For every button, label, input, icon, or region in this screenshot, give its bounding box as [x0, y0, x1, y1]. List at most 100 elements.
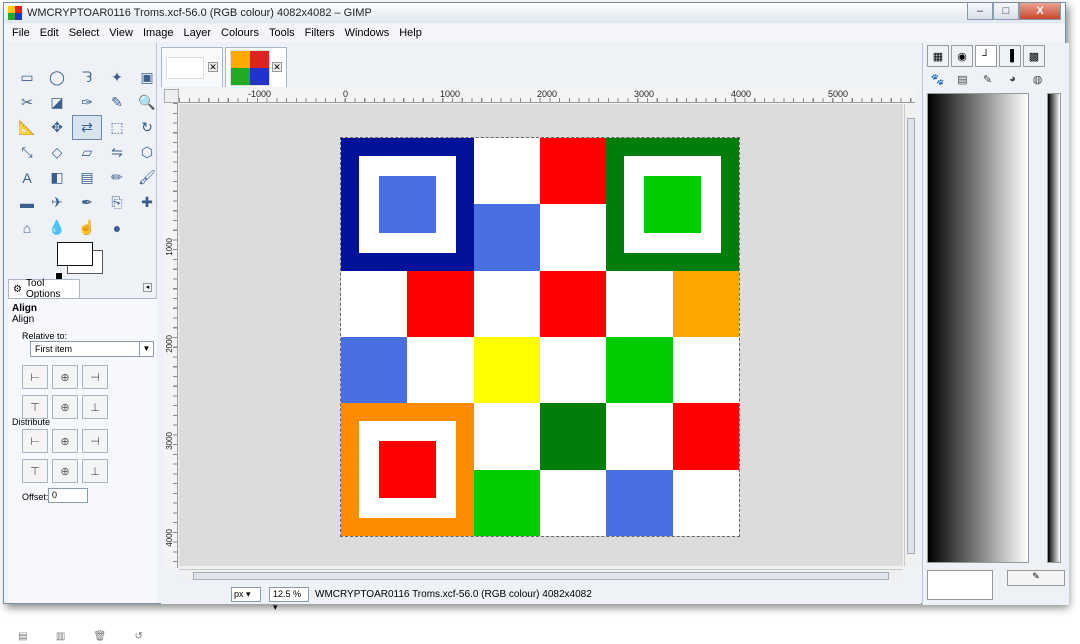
scissors-select-icon[interactable]: ✂ — [12, 90, 42, 115]
close-tab-icon[interactable]: ✕ — [272, 62, 282, 72]
color-select-icon[interactable]: ▣ — [132, 65, 162, 90]
zoom-select[interactable]: 12.5 % ▾ — [269, 586, 309, 612]
align-center-button[interactable]: ⊕ — [52, 365, 78, 389]
menu-file[interactable]: File — [12, 27, 30, 39]
dock-preview-box[interactable] — [927, 570, 993, 600]
reset-options-icon[interactable]: ↺ — [134, 631, 142, 642]
menu-colours[interactable]: Colours — [221, 27, 259, 39]
color-picker-icon[interactable]: ✎ — [102, 90, 132, 115]
text-icon[interactable]: A — [12, 165, 42, 190]
align-left-edge-button[interactable]: ⊢ — [22, 365, 48, 389]
distribute-middle-button[interactable]: ⊕ — [52, 459, 78, 483]
distribute-center-button[interactable]: ⊕ — [52, 429, 78, 453]
distribute-left-button[interactable]: ⊢ — [22, 429, 48, 453]
scroll-thumb[interactable] — [193, 572, 889, 580]
menu-help[interactable]: Help — [399, 27, 422, 39]
minimize-button[interactable]: – — [967, 3, 993, 20]
menu-edit[interactable]: Edit — [40, 27, 59, 39]
smudge-icon[interactable]: ☝ — [72, 215, 102, 240]
layers-tab-icon[interactable]: 🐾 — [925, 69, 950, 89]
shear-icon[interactable]: ◇ — [42, 140, 72, 165]
blur-icon[interactable]: 💧 — [42, 215, 72, 240]
fonts-tab-icon[interactable]: ┘ — [975, 45, 997, 67]
tab-tool-options[interactable]: ⚙ Tool Options — [8, 278, 80, 300]
image-tab-blank[interactable]: ✕ — [161, 47, 223, 87]
perspective-icon[interactable]: ▱ — [72, 140, 102, 165]
menu-filters[interactable]: Filters — [305, 27, 335, 39]
rotate-icon[interactable]: ↻ — [132, 115, 162, 140]
perspective-clone-icon[interactable]: ⌂ — [12, 215, 42, 240]
patterns-tab-icon[interactable]: ▦ — [927, 45, 949, 67]
histogram-tab-icon[interactable]: ◍ — [1025, 69, 1050, 89]
align-middle-button[interactable]: ⊕ — [52, 395, 78, 419]
menu-select[interactable]: Select — [69, 27, 100, 39]
align-right-edge-button[interactable]: ⊣ — [82, 365, 108, 389]
align-bottom-edge-button[interactable]: ⊥ — [82, 395, 108, 419]
align-top-edge-button[interactable]: ⊤ — [22, 395, 48, 419]
image-tab-troms[interactable]: ✕ — [225, 47, 287, 87]
measure-icon[interactable]: 📐 — [12, 115, 42, 140]
distribute-right-button[interactable]: ⊣ — [82, 429, 108, 453]
flip-icon[interactable]: ⇋ — [102, 140, 132, 165]
delete-options-icon[interactable]: 🗑 — [94, 631, 107, 642]
tool-options-tab-label: Tool Options — [25, 278, 61, 300]
eraser-icon[interactable]: ▬ — [12, 190, 42, 215]
gradients-tab-icon[interactable]: ▐ — [999, 45, 1021, 67]
chevron-down-icon[interactable]: ▼ — [139, 342, 153, 356]
foreground-select-icon[interactable]: ◪ — [42, 90, 72, 115]
zoom-icon[interactable]: 🔍 — [132, 90, 162, 115]
distribute-top-button[interactable]: ⊤ — [22, 459, 48, 483]
close-tab-icon[interactable]: ✕ — [208, 62, 218, 72]
ink-icon[interactable]: ✒ — [72, 190, 102, 215]
quick-mask-corner[interactable] — [164, 89, 179, 103]
scroll-thumb[interactable] — [907, 118, 915, 554]
ellipse-select-icon[interactable]: ◯ — [42, 65, 72, 90]
fg-bg-color-swatches[interactable] — [55, 242, 105, 280]
paintbrush-icon[interactable]: 🖌 — [132, 165, 162, 190]
vertical-scrollbar[interactable] — [904, 104, 916, 566]
brushes-tab-icon[interactable]: ◉ — [951, 45, 973, 67]
restore-options-icon[interactable]: ▥ — [56, 631, 65, 642]
transform-icon[interactable]: ⬚ — [102, 115, 132, 140]
palettes-tab-icon[interactable]: ▩ — [1023, 45, 1045, 67]
gradient-preview-secondary[interactable] — [1047, 93, 1061, 563]
colormap-tab-icon[interactable]: ◕ — [1000, 69, 1025, 89]
dodge-burn-icon[interactable]: ● — [102, 215, 132, 240]
bucket-fill-icon[interactable]: ◧ — [42, 165, 72, 190]
channels-tab-icon[interactable]: ▤ — [950, 69, 975, 89]
distribute-bottom-button[interactable]: ⊥ — [82, 459, 108, 483]
menu-layer[interactable]: Layer — [184, 27, 212, 39]
horizontal-scrollbar[interactable] — [179, 569, 903, 581]
menu-image[interactable]: Image — [143, 27, 174, 39]
blend-icon[interactable]: ▤ — [72, 165, 102, 190]
unit-select[interactable]: px ▾ — [231, 586, 261, 602]
foreground-color[interactable] — [57, 242, 93, 266]
maximize-button[interactable]: □ — [993, 3, 1019, 20]
clone-icon[interactable]: ⎘ — [102, 190, 132, 215]
dock-action-button[interactable]: ✎ — [1007, 570, 1065, 586]
image-canvas[interactable] — [340, 137, 740, 537]
menu-tools[interactable]: Tools — [269, 27, 295, 39]
menu-windows[interactable]: Windows — [345, 27, 390, 39]
relative-to-select[interactable]: First item ▼ — [30, 341, 154, 357]
move-icon[interactable]: ✥ — [42, 115, 72, 140]
save-options-icon[interactable]: ▤ — [18, 631, 27, 642]
pencil-icon[interactable]: ✏ — [102, 165, 132, 190]
panel-menu-icon[interactable]: ◂ — [143, 283, 152, 292]
heal-icon[interactable]: ✚ — [132, 190, 162, 215]
gradient-preview[interactable] — [927, 93, 1029, 563]
close-button[interactable]: X — [1019, 3, 1061, 20]
paths-tab-icon[interactable]: ✎ — [975, 69, 1000, 89]
fuzzy-select-icon[interactable]: ✦ — [102, 65, 132, 90]
menu-view[interactable]: View — [109, 27, 133, 39]
offset-input[interactable]: 0 — [48, 488, 88, 503]
cage-icon[interactable]: ⬡ — [132, 140, 162, 165]
horizontal-ruler[interactable]: -1000 0 1000 2000 3000 4000 5000 — [179, 89, 915, 103]
free-select-icon[interactable]: ᘊ — [72, 65, 102, 90]
airbrush-icon[interactable]: ✈ — [42, 190, 72, 215]
rect-select-icon[interactable]: ▭ — [12, 65, 42, 90]
vertical-ruler[interactable]: 1000 2000 3000 4000 — [164, 103, 178, 568]
align-icon[interactable]: ⇄ — [72, 115, 102, 140]
paths-icon[interactable]: ✑ — [72, 90, 102, 115]
scale-icon[interactable]: ⤡ — [12, 140, 42, 165]
